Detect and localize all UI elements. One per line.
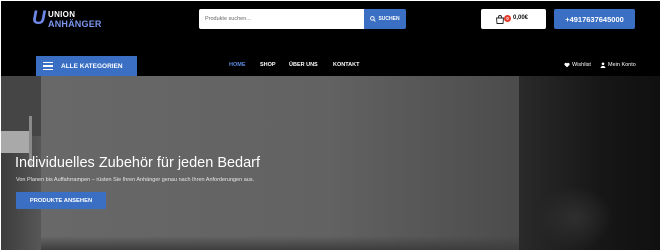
search-icon <box>370 16 377 22</box>
hero-subtitle: Von Planen bis Auffahrrampen – rüsten Si… <box>16 177 255 183</box>
cart-count-badge: 0 <box>504 15 511 22</box>
account-label: Mein Konto <box>608 62 636 68</box>
hero-image-right-glow <box>534 186 614 250</box>
view-products-button[interactable]: PRODUKTE ANSEHEN <box>16 192 106 209</box>
hero-image-bottom-fade <box>41 236 519 250</box>
nav-item-kontakt[interactable]: KONTAKT <box>333 62 359 68</box>
main-navigation: ALLE KATEGORIEN HOME SHOP ÜBER UNS KONTA… <box>1 56 660 76</box>
all-categories-label: ALLE KATEGORIEN <box>61 62 123 70</box>
nav-item-shop[interactable]: SHOP <box>260 62 276 68</box>
menu-icon <box>43 62 53 70</box>
search-button[interactable]: SUCHEN <box>364 9 406 29</box>
phone-button[interactable]: +4917637645000 <box>554 9 635 29</box>
hero-image-left-shade <box>1 76 41 136</box>
account-link[interactable]: Mein Konto <box>600 62 636 68</box>
nav-item-ueber-uns[interactable]: ÜBER UNS <box>289 62 318 68</box>
wishlist-label: Wishlist <box>572 62 591 68</box>
hero-image-left-highlight <box>1 131 29 153</box>
nav-item-home[interactable]: HOME <box>229 62 246 68</box>
hero-banner: Individuelles Zubehör für jeden Bedarf V… <box>1 76 660 250</box>
heart-icon <box>564 62 570 68</box>
page-frame: U UNION ANHÄNGER SUCHEN 0 0,00€ +4917637… <box>1 1 660 250</box>
logo-mark: U <box>32 8 46 29</box>
wishlist-link[interactable]: Wishlist <box>564 62 591 68</box>
logo-line-1: UNION <box>48 10 76 19</box>
search-input[interactable] <box>199 9 365 29</box>
cart-total: 0,00€ <box>513 15 529 21</box>
site-logo[interactable]: U UNION ANHÄNGER <box>32 8 102 30</box>
hero-title: Individuelles Zubehör für jeden Bedarf <box>15 155 261 171</box>
all-categories-button[interactable]: ALLE KATEGORIEN <box>36 56 137 76</box>
logo-line-2: ANHÄNGER <box>48 19 102 29</box>
search-button-label: SUCHEN <box>378 16 400 22</box>
search-bar: SUCHEN <box>199 9 406 29</box>
user-icon <box>600 62 606 68</box>
